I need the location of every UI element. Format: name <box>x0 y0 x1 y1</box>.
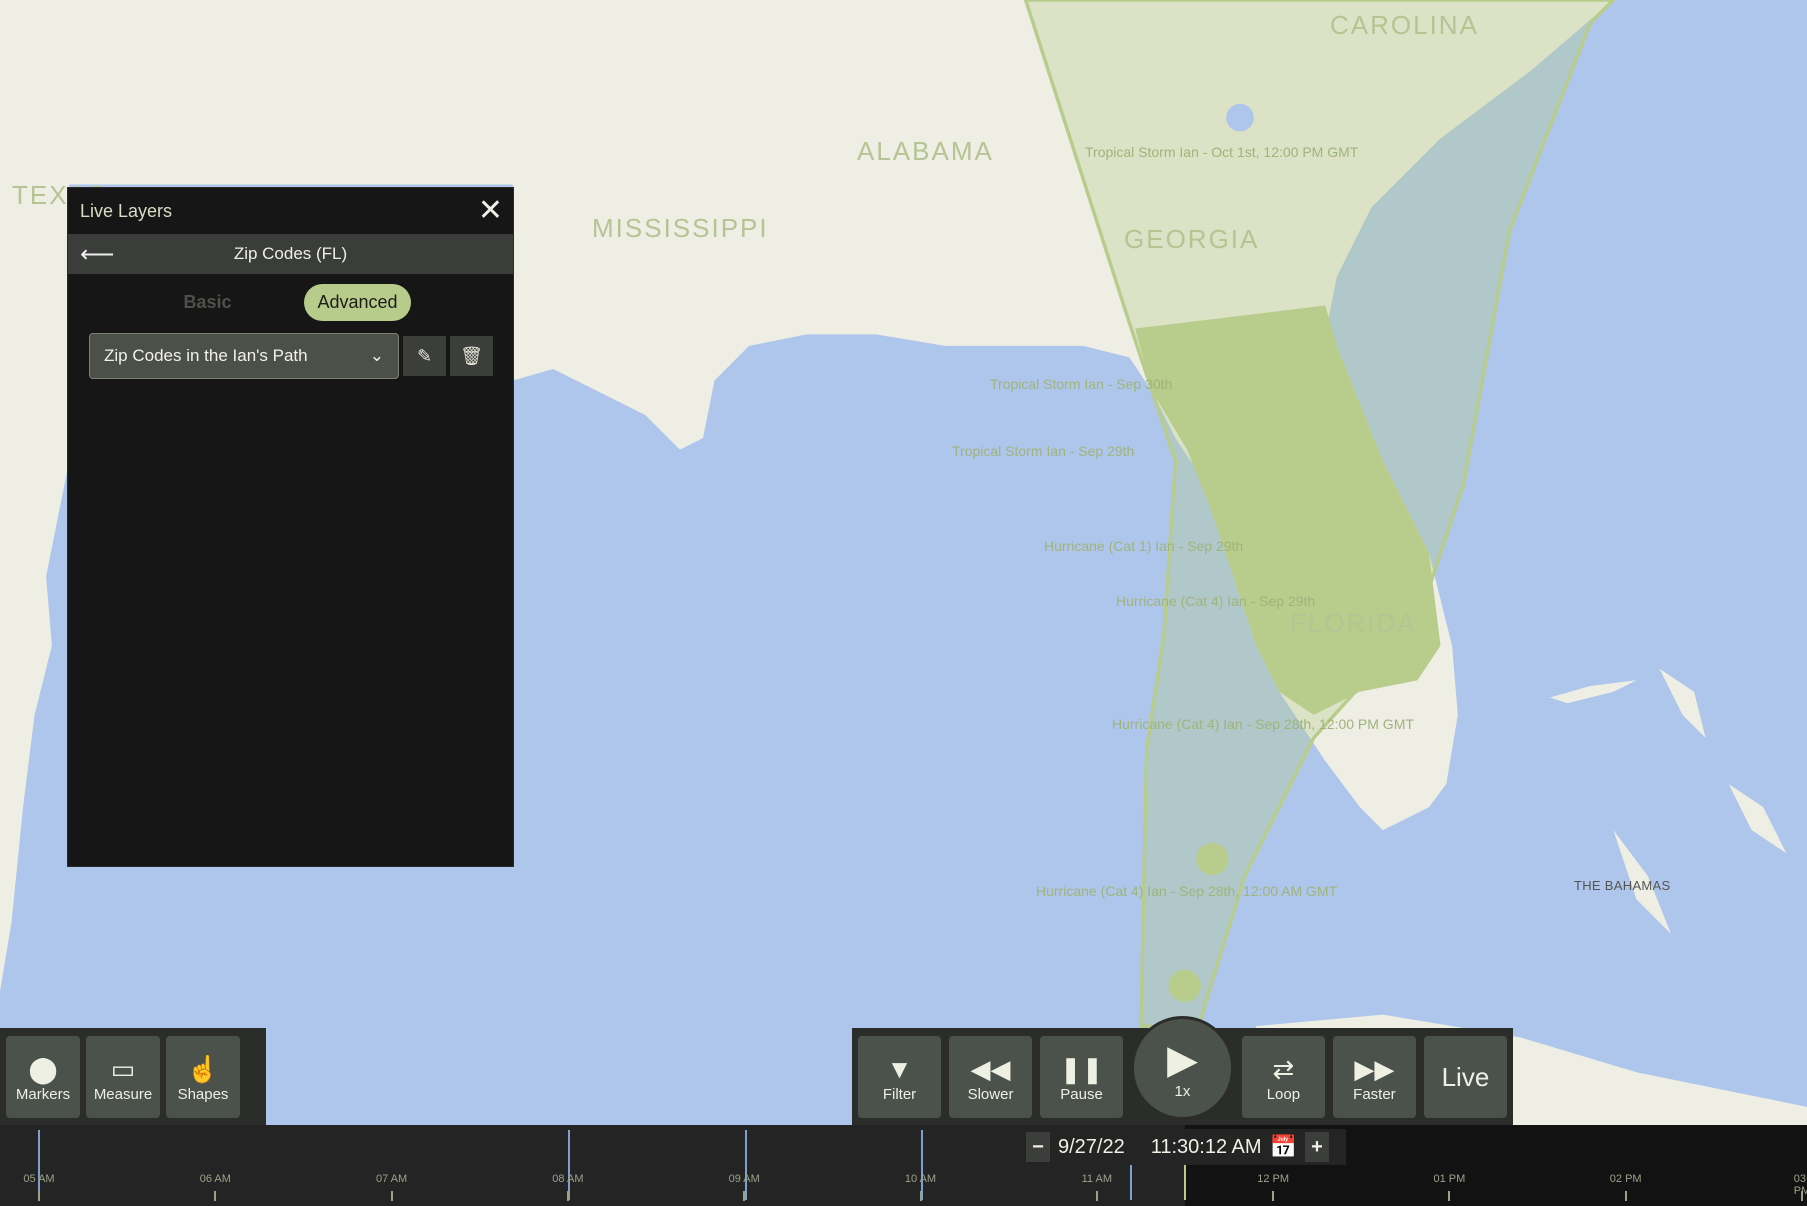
storm-label: Tropical Storm Ian - Sep 29th <box>952 443 1135 459</box>
timeline-tick-mark <box>1624 1191 1627 1201</box>
tab-basic[interactable]: Basic <box>170 284 244 321</box>
timeline-tick-label: 02 PM <box>1609 1173 1642 1185</box>
button-label: Live <box>1441 1061 1490 1092</box>
timeline[interactable]: 05 AM 06 AM 07 AM 08 AM 09 AM 10 AM 11 AM 12 PM… <box>0 1125 1807 1206</box>
pause-button[interactable]: ❚❚ Pause <box>1040 1036 1124 1118</box>
button-label: Shapes <box>177 1085 229 1103</box>
storm-label: Hurricane (Cat 4) Ian - Sep 28th, 12:00 … <box>1036 883 1338 899</box>
loop-icon: ⇄ <box>1272 1053 1295 1084</box>
hurricane-icon <box>1196 842 1229 876</box>
timeline-tick-mark <box>38 1191 40 1201</box>
timeline-tick-label: 01 PM <box>1433 1173 1466 1185</box>
timeline-tick-mark <box>1272 1191 1275 1201</box>
live-button[interactable]: Live <box>1423 1036 1507 1118</box>
date-time-control: − 9/27/22 11:30:12 AM 📅 + <box>1026 1129 1346 1165</box>
timeline-marker <box>745 1130 747 1200</box>
filter-button[interactable]: ▼ Filter <box>858 1036 942 1118</box>
pause-icon: ❚❚ <box>1059 1053 1104 1084</box>
slower-button[interactable]: ◀◀ Slower <box>949 1036 1033 1118</box>
close-icon[interactable]: ✕ <box>478 196 503 226</box>
button-label: Measure <box>93 1085 153 1103</box>
storm-label: Hurricane (Cat 1) Ian - Sep 29th <box>1044 538 1244 554</box>
button-label: Markers <box>15 1085 71 1103</box>
timeline-marker <box>568 1130 570 1200</box>
date-value: 9/27/22 <box>1058 1135 1125 1158</box>
timeline-tick-label: 08 AM <box>552 1173 584 1185</box>
timeline-tick-label: 06 AM <box>199 1173 231 1185</box>
time-value: 11:30:12 AM <box>1150 1135 1262 1158</box>
edit-button[interactable]: ✎ <box>403 336 446 376</box>
timeline-tick-label: 11 AM <box>1081 1173 1112 1185</box>
timeline-tick-label: 10 AM <box>904 1173 937 1185</box>
fast-forward-icon: ▶▶ <box>1354 1053 1395 1084</box>
faster-button[interactable]: ▶▶ Faster <box>1332 1036 1416 1118</box>
ruler-icon: ▭ <box>110 1053 136 1084</box>
rewind-icon: ◀◀ <box>970 1053 1011 1084</box>
button-label: Pause <box>1060 1085 1103 1103</box>
zoom-out-button[interactable]: − <box>1026 1132 1050 1162</box>
timeline-tick-mark <box>1801 1191 1803 1201</box>
state-label: MISSISSIPPI <box>592 213 769 243</box>
timeline-tick-label: 12 PM <box>1257 1173 1289 1185</box>
button-label: Slower <box>967 1085 1014 1103</box>
button-label: Filter <box>882 1085 917 1103</box>
hand-pointer-icon: ☝ <box>186 1053 220 1084</box>
state-label: CAROLINA <box>1330 10 1479 40</box>
map-tools-toolbar: ⬤ Markers ▭ Measure ☝ Shapes <box>0 1028 266 1126</box>
playback-toolbar: ▼ Filter ◀◀ Slower ❚❚ Pause ▶ 1x ⇄ Loop ▶▶ Fas… <box>852 1016 1513 1126</box>
markers-button[interactable]: ⬤ Markers <box>6 1036 80 1118</box>
layer-title: Zip Codes (FL) <box>233 244 348 263</box>
play-button[interactable]: ▶ 1x <box>1131 1016 1234 1120</box>
timeline-tick-label: 07 AM <box>376 1173 408 1185</box>
edit-icon: ✎ <box>416 345 433 366</box>
timeline-tick-mark <box>919 1191 922 1201</box>
map-pin-icon: ⬤ <box>28 1053 58 1084</box>
hurricane-icon <box>1168 969 1201 1002</box>
timeline-tick-mark <box>1448 1191 1451 1201</box>
storm-icon <box>1226 103 1254 132</box>
timeline-tick-mark <box>1095 1191 1098 1201</box>
timeline-marker <box>921 1130 923 1200</box>
calendar-icon[interactable]: 📅 <box>1270 1134 1297 1160</box>
speed-label: 1x <box>1174 1082 1191 1100</box>
timeline-tick-mark <box>214 1191 217 1201</box>
loop-button[interactable]: ⇄ Loop <box>1241 1036 1325 1118</box>
timeline-marker <box>38 1130 40 1200</box>
delete-button[interactable]: 🗑 <box>450 336 493 376</box>
timeline-tick-mark <box>566 1191 569 1201</box>
timeline-tick-mark <box>743 1191 746 1201</box>
play-icon: ▶ <box>1167 1037 1198 1082</box>
timeline-tick-label: 09 AM <box>728 1173 760 1185</box>
button-label: Loop <box>1266 1085 1301 1103</box>
tab-advanced[interactable]: Advanced <box>304 284 411 321</box>
zoom-in-button[interactable]: + <box>1304 1132 1329 1162</box>
bahamas-island <box>1550 668 1787 934</box>
state-label: FLORIDA <box>1290 608 1417 638</box>
storm-label: Tropical Storm Ian - Oct 1st, 12:00 PM G… <box>1085 144 1359 160</box>
measure-button[interactable]: ▭ Measure <box>86 1036 160 1118</box>
live-layers-panel: Live Layers ✕ ⟵ Zip Codes (FL) Basic Adv… <box>67 187 514 867</box>
timeline-tick-mark <box>390 1191 393 1201</box>
chevron-down-icon: ⌄ <box>369 346 384 365</box>
state-label: ALABAMA <box>857 136 994 166</box>
panel-title: Live Layers <box>80 200 173 221</box>
filter-icon: ▼ <box>886 1053 913 1084</box>
filter-select[interactable]: Zip Codes in the Ian's Path ⌄ <box>89 333 399 379</box>
storm-label: Hurricane (Cat 4) Ian - Sep 29th <box>1116 593 1316 609</box>
arrow-left-icon[interactable]: ⟵ <box>80 240 114 269</box>
trash-icon: 🗑 <box>460 345 483 366</box>
shapes-button[interactable]: ☝ Shapes <box>166 1036 240 1118</box>
storm-label: Tropical Storm Ian - Sep 30th <box>990 376 1173 392</box>
state-label: GEORGIA <box>1124 224 1260 254</box>
storm-label: Hurricane (Cat 4) Ian - Sep 28th, 12:00 … <box>1112 716 1414 732</box>
filter-select-value: Zip Codes in the Ian's Path <box>104 346 308 365</box>
state-label: THE BAHAMAS <box>1574 878 1671 893</box>
timeline-tick-label: 05 AM <box>23 1173 55 1185</box>
button-label: Faster <box>1353 1085 1396 1103</box>
